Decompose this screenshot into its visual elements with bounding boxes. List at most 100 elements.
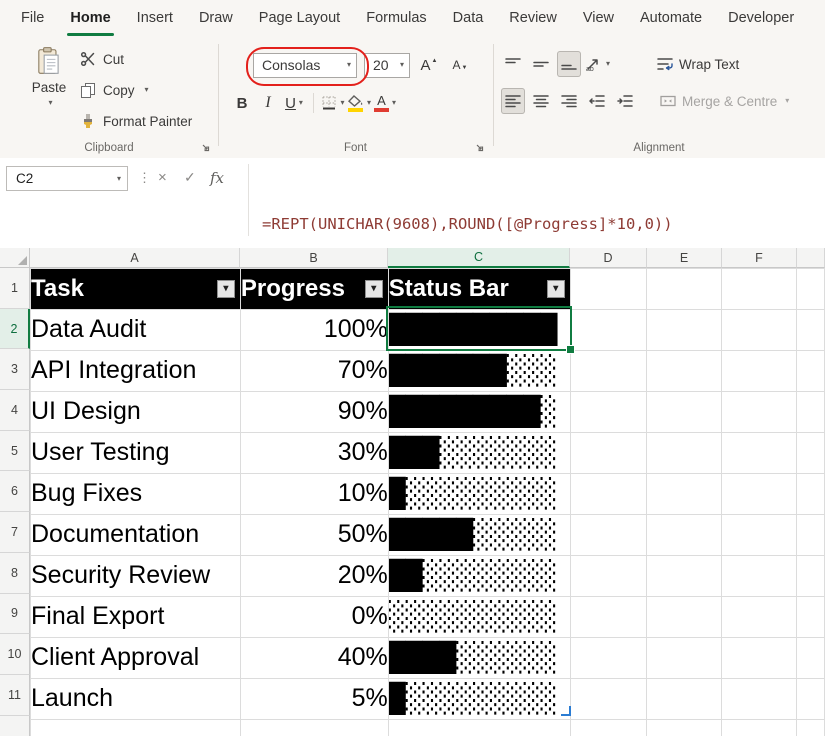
cell-empty[interactable] bbox=[797, 350, 825, 391]
cancel-button[interactable]: × bbox=[158, 169, 167, 186]
increase-font-size-button[interactable]: A▲ bbox=[417, 52, 441, 78]
top-align-button[interactable] bbox=[501, 51, 525, 77]
table-header-status-bar[interactable]: Status Bar ▾ bbox=[388, 269, 570, 310]
cell-empty[interactable] bbox=[797, 719, 825, 736]
cell-task[interactable]: Final Export bbox=[31, 596, 241, 637]
table-header-task[interactable]: Task ▾ bbox=[31, 269, 241, 310]
italic-button[interactable]: I bbox=[256, 90, 280, 116]
format-painter-button[interactable]: Format Painter bbox=[80, 110, 192, 132]
ribbon-tab-insert[interactable]: Insert bbox=[124, 0, 186, 36]
cell-task[interactable]: Launch bbox=[31, 678, 241, 719]
filter-button[interactable]: ▾ bbox=[217, 280, 235, 298]
row-header-9[interactable]: 9 bbox=[0, 594, 30, 635]
decrease-indent-button[interactable] bbox=[585, 88, 609, 114]
row-header-3[interactable]: 3 bbox=[0, 349, 30, 390]
cell-empty[interactable] bbox=[722, 473, 797, 514]
cell-status-bar[interactable]: ████░░░░░░ bbox=[388, 637, 570, 678]
table-resize-handle[interactable] bbox=[561, 706, 571, 716]
table-header-progress[interactable]: Progress ▾ bbox=[240, 269, 388, 310]
bold-button[interactable]: B bbox=[230, 90, 254, 116]
cell-empty[interactable] bbox=[647, 269, 722, 310]
cell-empty[interactable] bbox=[388, 719, 570, 736]
cell-empty[interactable] bbox=[722, 637, 797, 678]
cell-empty[interactable] bbox=[570, 514, 647, 555]
enter-button[interactable]: ✓ bbox=[184, 169, 196, 186]
cell-progress[interactable]: 100% bbox=[240, 309, 388, 350]
row-header-8[interactable]: 8 bbox=[0, 553, 30, 594]
cell-progress[interactable]: 40% bbox=[240, 637, 388, 678]
cut-button[interactable]: Cut bbox=[80, 48, 192, 70]
cell-empty[interactable] bbox=[570, 637, 647, 678]
column-header-a[interactable]: A bbox=[30, 248, 240, 268]
row-header-12-partial[interactable] bbox=[0, 716, 30, 736]
cell-progress[interactable]: 0% bbox=[240, 596, 388, 637]
ribbon-tab-automate[interactable]: Automate bbox=[627, 0, 715, 36]
paste-button[interactable]: Paste ▾ bbox=[22, 46, 76, 146]
cell-empty[interactable] bbox=[31, 719, 241, 736]
insert-function-button[interactable]: fx bbox=[210, 169, 224, 187]
align-right-button[interactable] bbox=[557, 88, 581, 114]
cell-empty[interactable] bbox=[647, 637, 722, 678]
orientation-button[interactable]: ab ▾ bbox=[585, 51, 610, 77]
row-header-11[interactable]: 11 bbox=[0, 675, 30, 716]
cell-empty[interactable] bbox=[647, 473, 722, 514]
ribbon-tab-file[interactable]: File bbox=[8, 0, 57, 36]
row-header-1[interactable]: 1 bbox=[0, 268, 30, 309]
cell-status-bar[interactable]: █░░░░░░░░░ bbox=[388, 473, 570, 514]
font-name-combobox[interactable]: Consolas ▾ bbox=[253, 53, 357, 78]
copy-button[interactable]: Copy ▾ bbox=[80, 79, 192, 101]
ribbon-tab-page-layout[interactable]: Page Layout bbox=[246, 0, 353, 36]
ribbon-tab-formulas[interactable]: Formulas bbox=[353, 0, 439, 36]
cell-progress[interactable]: 5% bbox=[240, 678, 388, 719]
cell-empty[interactable] bbox=[797, 269, 825, 310]
cell-empty[interactable] bbox=[647, 719, 722, 736]
row-header-6[interactable]: 6 bbox=[0, 471, 30, 512]
cell-empty[interactable] bbox=[722, 678, 797, 719]
cell-task[interactable]: Bug Fixes bbox=[31, 473, 241, 514]
cell-empty[interactable] bbox=[797, 309, 825, 350]
cell-empty[interactable] bbox=[647, 350, 722, 391]
cell-status-bar[interactable]: ███░░░░░░░ bbox=[388, 432, 570, 473]
select-all-button[interactable] bbox=[0, 248, 30, 268]
cell-empty[interactable] bbox=[722, 432, 797, 473]
font-size-combobox[interactable]: 20 ▾ bbox=[364, 53, 410, 78]
cell-empty[interactable] bbox=[647, 555, 722, 596]
ribbon-tab-draw[interactable]: Draw bbox=[186, 0, 246, 36]
row-header-2[interactable]: 2 bbox=[0, 309, 30, 350]
cell-task[interactable]: API Integration bbox=[31, 350, 241, 391]
cell-empty[interactable] bbox=[647, 678, 722, 719]
cell-empty[interactable] bbox=[797, 596, 825, 637]
align-center-button[interactable] bbox=[529, 88, 553, 114]
cell-empty[interactable] bbox=[797, 473, 825, 514]
ribbon-tab-data[interactable]: Data bbox=[440, 0, 497, 36]
clipboard-dialog-launcher-icon[interactable] bbox=[200, 142, 211, 153]
cell-task[interactable]: Client Approval bbox=[31, 637, 241, 678]
column-header-c[interactable]: C bbox=[388, 248, 570, 268]
ribbon-tab-view[interactable]: View bbox=[570, 0, 627, 36]
cell-task[interactable]: Documentation bbox=[31, 514, 241, 555]
cell-task[interactable]: Security Review bbox=[31, 555, 241, 596]
row-header-4[interactable]: 4 bbox=[0, 390, 30, 431]
cell-empty[interactable] bbox=[570, 473, 647, 514]
cell-empty[interactable] bbox=[722, 350, 797, 391]
cell-empty[interactable] bbox=[647, 309, 722, 350]
column-header-f[interactable]: F bbox=[722, 248, 797, 268]
fill-handle[interactable] bbox=[566, 345, 575, 354]
cell-empty[interactable] bbox=[722, 596, 797, 637]
row-header-10[interactable]: 10 bbox=[0, 634, 30, 675]
cell-progress[interactable]: 10% bbox=[240, 473, 388, 514]
decrease-font-size-button[interactable]: A▼ bbox=[448, 52, 472, 78]
ribbon-tab-review[interactable]: Review bbox=[496, 0, 570, 36]
cell-empty[interactable] bbox=[240, 719, 388, 736]
name-box[interactable]: C2 ▾ bbox=[6, 166, 128, 191]
cell-empty[interactable] bbox=[570, 432, 647, 473]
cell-empty[interactable] bbox=[570, 678, 647, 719]
cell-status-bar[interactable]: ███████░░░ bbox=[388, 350, 570, 391]
cell-empty[interactable] bbox=[722, 555, 797, 596]
increase-indent-button[interactable] bbox=[613, 88, 637, 114]
cell-empty[interactable] bbox=[722, 391, 797, 432]
column-header-b[interactable]: B bbox=[240, 248, 388, 268]
align-left-button[interactable] bbox=[501, 88, 525, 114]
cell-status-bar[interactable]: ██░░░░░░░░ bbox=[388, 555, 570, 596]
cell-empty[interactable] bbox=[570, 391, 647, 432]
